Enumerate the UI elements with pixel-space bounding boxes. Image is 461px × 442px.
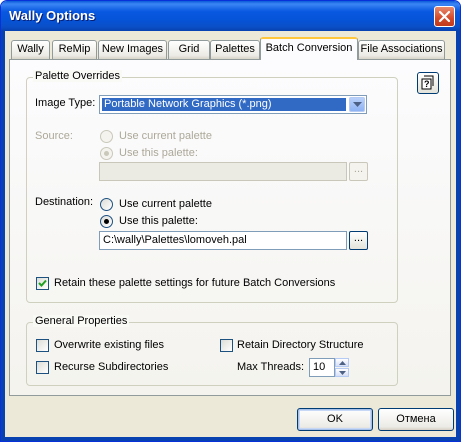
dest-current-radio[interactable] (100, 198, 113, 211)
tab-palettes[interactable]: Palettes (210, 40, 260, 59)
close-button[interactable] (434, 6, 455, 27)
source-current-label: Use current palette (119, 130, 212, 142)
source-label: Source: (35, 130, 73, 142)
down-arrow-icon (339, 371, 346, 375)
dest-browse-button[interactable]: ... (349, 231, 368, 250)
title-bar[interactable]: Wally Options (1, 1, 460, 31)
max-threads-input[interactable]: 10 (309, 358, 335, 377)
retain-settings-checkbox[interactable] (36, 277, 49, 290)
source-this-radio[interactable] (100, 147, 113, 160)
general-properties-title: General Properties (33, 315, 130, 327)
retain-directory-checkbox[interactable] (220, 339, 233, 352)
window-frame-right (456, 31, 460, 441)
image-type-select[interactable]: Portable Network Graphics (*.png) (99, 95, 367, 114)
dest-palette-path[interactable]: C:\wally\Palettes\lomoveh.pal (99, 231, 347, 250)
window-title: Wally Options (9, 8, 96, 23)
source-this-label: Use this palette: (119, 147, 198, 159)
spin-down-button[interactable] (335, 368, 349, 377)
tab-file-associations[interactable]: File Associations (358, 40, 445, 59)
dropdown-button[interactable] (349, 97, 365, 112)
retain-settings-label: Retain these palette settings for future… (54, 277, 336, 289)
source-current-radio[interactable] (100, 130, 113, 143)
ok-button[interactable]: OK (297, 408, 373, 431)
spin-up-button[interactable] (335, 358, 349, 367)
batch-conversion-panel: Palette Overrides Image Type: Portable N… (9, 59, 451, 396)
tab-new-images[interactable]: New Images (98, 40, 167, 59)
svg-text:?: ? (424, 79, 430, 89)
window-frame-left (1, 31, 5, 441)
help-icon: ? (421, 75, 434, 90)
retain-directory-label: Retain Directory Structure (237, 339, 364, 351)
overwrite-label: Overwrite existing files (54, 339, 165, 351)
cancel-button[interactable]: Отмена (378, 408, 454, 431)
options-dialog: Wally Options Wally ReMip New Images Gri… (0, 0, 461, 442)
checkmark-icon (38, 279, 47, 287)
source-palette-path[interactable] (99, 162, 347, 181)
tab-grid[interactable]: Grid (168, 40, 210, 59)
up-arrow-icon (339, 361, 346, 365)
recurse-label: Recurse Subdirectories (54, 361, 169, 373)
dropdown-arrow-icon (353, 102, 362, 107)
image-type-label: Image Type: (35, 97, 96, 109)
image-type-value: Portable Network Graphics (*.png) (102, 98, 346, 111)
window-frame-bottom (1, 437, 460, 441)
tab-remip[interactable]: ReMip (52, 40, 97, 59)
destination-label: Destination: (35, 196, 94, 208)
palette-overrides-title: Palette Overrides (33, 70, 122, 82)
tab-wally[interactable]: Wally (11, 40, 50, 59)
overwrite-checkbox[interactable] (36, 339, 49, 352)
dest-this-radio[interactable] (100, 215, 113, 228)
help-button[interactable]: ? (417, 72, 439, 94)
close-icon (438, 10, 451, 23)
recurse-checkbox[interactable] (36, 361, 49, 374)
general-properties-group: General Properties Overwrite existing fi… (26, 315, 398, 386)
source-browse-button[interactable]: ... (349, 162, 368, 181)
palette-overrides-group: Palette Overrides Image Type: Portable N… (26, 70, 398, 303)
max-threads-label: Max Threads: (237, 361, 305, 373)
tab-batch-conversion[interactable]: Batch Conversion (260, 37, 358, 60)
dest-this-label: Use this palette: (119, 215, 198, 227)
dest-current-label: Use current palette (119, 198, 212, 210)
